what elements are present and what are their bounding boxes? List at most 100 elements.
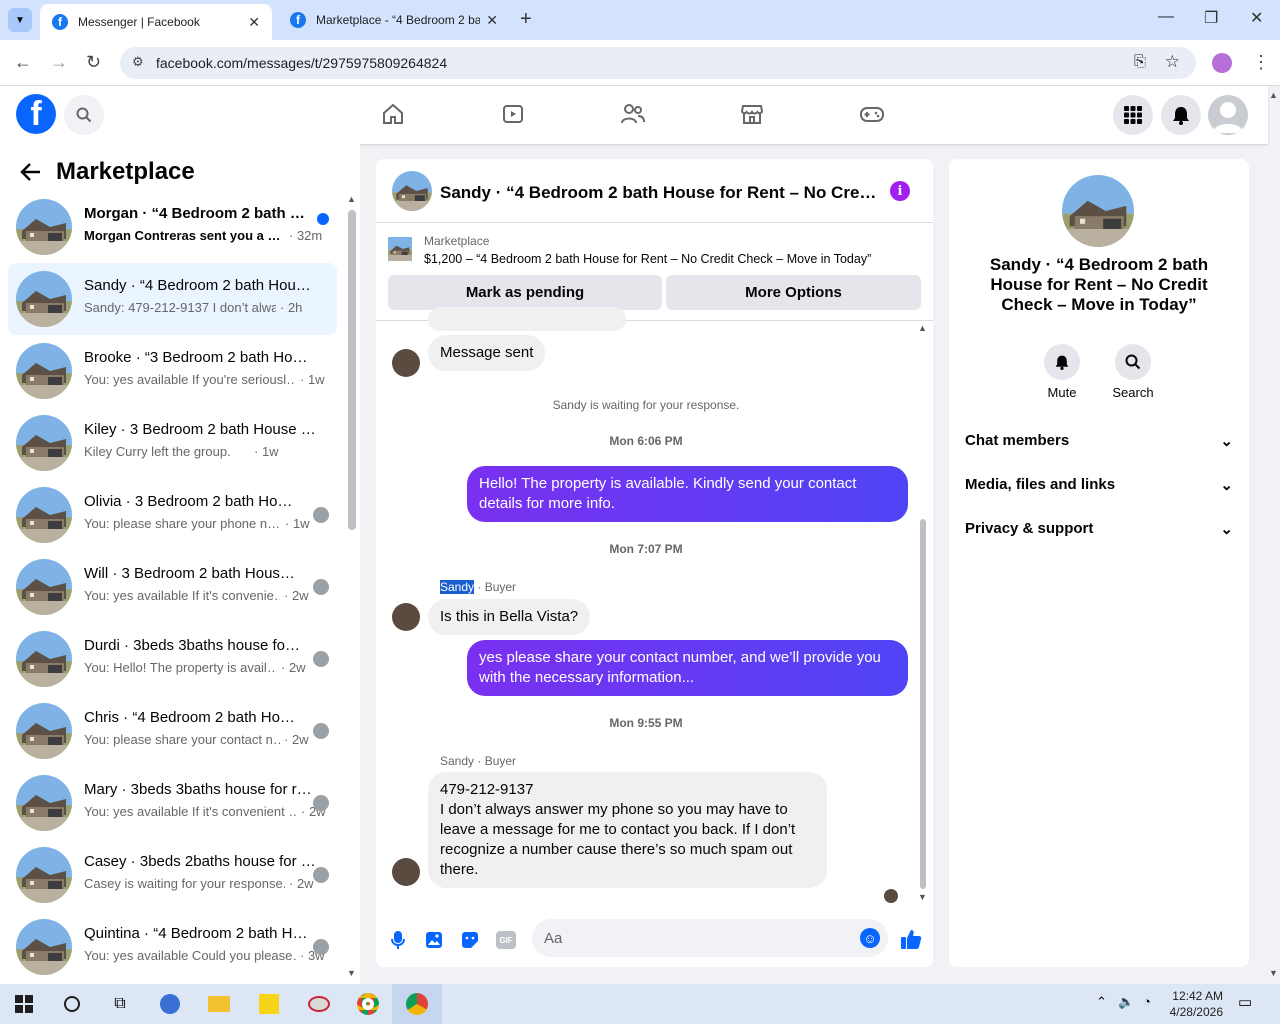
wifi-icon[interactable]: ◔	[1143, 994, 1151, 1009]
scroll-up-icon[interactable]: ▲	[347, 194, 356, 204]
chrome-active-icon[interactable]	[392, 984, 442, 1024]
back-arrow-icon[interactable]	[20, 162, 42, 187]
scroll-down-icon[interactable]: ▼	[347, 968, 356, 978]
seen-avatar	[884, 889, 898, 903]
reload-icon[interactable]: ↻	[86, 52, 101, 73]
clock[interactable]: 12:42 AM 4/28/2026	[1163, 988, 1223, 1020]
home-icon[interactable]	[379, 100, 407, 128]
scroll-down-icon[interactable]: ▼	[918, 892, 927, 902]
chevron-down-icon: ⌄	[1220, 433, 1233, 450]
message-input[interactable]: Aa ☺	[532, 919, 888, 957]
sticky-notes-icon[interactable]	[255, 990, 283, 1018]
conversation-item[interactable]: Will · 3 Bedroom 2 bath Hous… You: yes av…	[8, 551, 337, 623]
close-tab-icon[interactable]: ✕	[486, 12, 498, 29]
tab-search-icon[interactable]: ▼	[8, 8, 32, 32]
notification-center-icon[interactable]: ▭	[1238, 993, 1252, 1011]
restore-icon[interactable]: ❐	[1204, 8, 1218, 28]
conversation-item[interactable]: Brooke · “3 Bedroom 2 bath Ho… You: yes a…	[8, 335, 337, 407]
sticker-icon[interactable]	[459, 929, 481, 951]
url-input[interactable]: ⚙ facebook.com/messages/t/29759758092648…	[120, 47, 1196, 79]
conversation-item[interactable]: Mary · 3beds 3baths house for r… You: yes…	[8, 767, 337, 839]
chrome-icon[interactable]	[354, 990, 382, 1018]
site-info-icon[interactable]: ⚙	[132, 54, 144, 70]
scrollbar[interactable]	[348, 210, 356, 530]
conversation-time: · 1w	[300, 372, 325, 387]
task-view-icon[interactable]: ⧉	[106, 990, 134, 1018]
conversation-name: Olivia · 3 Bedroom 2 bath Ho…	[84, 493, 293, 510]
page-scroll-up-icon[interactable]: ▲	[1269, 90, 1278, 100]
browser-tab-marketplace[interactable]: f Marketplace - “4 Bedroom 2 ba ✕	[278, 0, 510, 40]
close-tab-icon[interactable]: ✕	[248, 14, 260, 31]
notifications-button[interactable]	[1161, 95, 1201, 135]
conversation-item[interactable]: Chris · “4 Bedroom 2 bath Ho… You: please…	[8, 695, 337, 767]
app-shield-icon[interactable]	[156, 990, 184, 1018]
browser-tab-messenger[interactable]: f Messenger | Facebook ✕	[40, 4, 272, 40]
menu-grid-button[interactable]	[1113, 95, 1153, 135]
partial-message-bubble	[428, 307, 626, 331]
bookmark-star-icon[interactable]: ☆	[1165, 52, 1180, 72]
row-label: Media, files and links	[965, 476, 1116, 493]
search-conversation-button[interactable]	[1115, 344, 1151, 380]
conversation-item[interactable]: Morgan · “4 Bedroom 2 bath … Morgan Contr…	[8, 191, 337, 263]
friends-icon[interactable]	[619, 100, 647, 128]
back-icon[interactable]: ←	[14, 52, 32, 73]
conversation-item[interactable]: Casey · 3beds 2baths house for r… Casey i…	[8, 839, 337, 911]
scrollbar[interactable]	[920, 519, 926, 889]
waiting-notice: Sandy is waiting for your response.	[552, 398, 740, 412]
tray-chevron-icon[interactable]: ⌃	[1096, 994, 1107, 1010]
conversation-item[interactable]: Durdi · 3beds 3baths house fo… You: Hello…	[8, 623, 337, 695]
conversation-time: · 1w	[285, 516, 310, 531]
listing-photo[interactable]	[1062, 175, 1134, 247]
search-circle-icon[interactable]	[58, 990, 86, 1018]
timestamp: Mon 9:55 PM	[609, 716, 683, 730]
windows-start-icon[interactable]	[10, 990, 38, 1018]
sender-avatar[interactable]	[392, 603, 420, 631]
facebook-logo-icon[interactable]: f	[16, 94, 56, 134]
scroll-up-icon[interactable]: ▲	[918, 323, 927, 333]
thumbs-up-icon[interactable]	[899, 927, 923, 951]
video-icon[interactable]	[499, 100, 527, 128]
search-button[interactable]	[64, 95, 104, 135]
sender-avatar[interactable]	[392, 858, 420, 886]
info-icon[interactable]: i	[890, 181, 910, 201]
sender-avatar[interactable]	[392, 349, 420, 377]
listing-description[interactable]: $1,200 – “4 Bedroom 2 bath House for Ren…	[424, 252, 871, 266]
file-explorer-icon[interactable]	[205, 990, 233, 1018]
chat-panel: Sandy · “4 Bedroom 2 bath House for Rent…	[376, 159, 933, 967]
profile-icon[interactable]	[1212, 53, 1232, 73]
close-window-icon[interactable]: ✕	[1250, 8, 1263, 28]
microphone-icon[interactable]	[387, 929, 409, 951]
conversation-item[interactable]: Sandy · “4 Bedroom 2 bath Hou… Sandy: 479…	[8, 263, 337, 335]
conversation-preview: You: yes available If it's convenie…	[84, 588, 280, 603]
mark-as-pending-button[interactable]: Mark as pending	[388, 275, 662, 310]
install-icon[interactable]: ⎘	[1134, 53, 1146, 70]
page-scroll-down-icon[interactable]: ▼	[1269, 968, 1278, 978]
mute-button[interactable]	[1044, 344, 1080, 380]
conversation-item[interactable]: Quintina · “4 Bedroom 2 bath H… You: yes …	[8, 911, 337, 983]
gaming-icon[interactable]	[858, 100, 886, 128]
gif-icon[interactable]: GIF	[495, 929, 517, 951]
conversation-item[interactable]: Olivia · 3 Bedroom 2 bath Ho… You: please…	[8, 479, 337, 551]
paint-icon[interactable]	[305, 990, 333, 1018]
account-avatar[interactable]	[1208, 95, 1248, 135]
photo-icon[interactable]	[423, 929, 445, 951]
browser-menu-icon[interactable]: ⋮	[1252, 52, 1270, 73]
listing-thumbnail[interactable]	[392, 171, 432, 211]
conversation-item[interactable]: Kiley · 3 Bedroom 2 bath House … Kiley Cu…	[8, 407, 337, 479]
more-options-button[interactable]: More Options	[666, 275, 921, 310]
volume-icon[interactable]: 🔈	[1118, 994, 1134, 1010]
forward-icon[interactable]: →	[50, 52, 68, 73]
listing-thumbnail[interactable]	[388, 237, 412, 261]
emoji-icon[interactable]: ☺	[860, 928, 880, 948]
minimize-icon[interactable]: —	[1158, 8, 1174, 26]
chat-title[interactable]: Sandy · “4 Bedroom 2 bath House for Rent…	[440, 183, 880, 203]
facebook-header: f	[0, 86, 1268, 144]
chat-members-row[interactable]: Chat members ⌄	[965, 432, 1233, 450]
media-files-row[interactable]: Media, files and links ⌄	[965, 476, 1233, 494]
conversation-time: · 2w	[284, 588, 309, 603]
listing-thumbnail	[16, 487, 72, 543]
listing-thumbnail	[16, 703, 72, 759]
privacy-support-row[interactable]: Privacy & support ⌄	[965, 520, 1233, 538]
marketplace-icon[interactable]	[738, 100, 766, 128]
new-tab-button[interactable]: +	[520, 8, 532, 31]
